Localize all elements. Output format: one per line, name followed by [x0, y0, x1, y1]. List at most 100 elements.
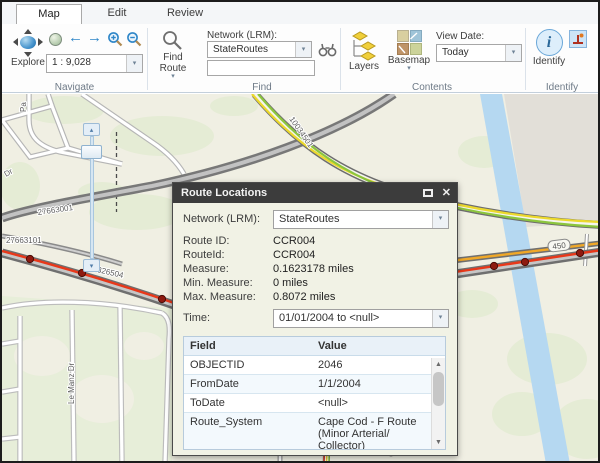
cell-field: ToDate — [190, 397, 225, 409]
cell-value: <null> — [318, 397, 348, 409]
dlg-network-combobox[interactable]: StateRoutes ▾ — [273, 209, 449, 229]
route-shield: 450 — [547, 238, 571, 253]
route-id-row: Route ID: CCR004 — [183, 234, 449, 248]
group-separator — [147, 28, 148, 90]
identify-route-locations-button[interactable] — [569, 30, 587, 48]
cell-value: 1/1/2004 — [318, 378, 361, 390]
max-measure-value: 0.8072 miles — [273, 291, 336, 303]
cell-value: Cape Cod - F Route (Minor Arterial/ Coll… — [318, 416, 417, 450]
map-scale-value: 1 : 9,028 — [52, 57, 91, 68]
explore-icon — [13, 29, 43, 57]
route-search-input[interactable] — [207, 60, 315, 76]
navigate-group-label: Navigate — [54, 82, 95, 93]
scroll-up-button[interactable]: ▲ — [432, 358, 445, 371]
time-dropdown-button[interactable]: ▾ — [432, 309, 448, 327]
chevron-down-icon: ▾ — [511, 49, 516, 56]
tab-map[interactable]: Map — [16, 4, 82, 24]
layers-icon — [351, 31, 377, 61]
network-lrm-dropdown-button[interactable]: ▾ — [295, 42, 311, 57]
map-scale-dropdown-button[interactable]: ▾ — [126, 55, 142, 72]
zoom-out-icon — [127, 32, 142, 47]
globe-icon — [49, 33, 62, 46]
maximize-icon[interactable] — [422, 189, 433, 197]
table-header-row: Field Value — [184, 337, 445, 356]
view-date-label: View Date: — [436, 31, 485, 42]
route-id-value: CCR004 — [273, 235, 316, 247]
previous-extent-button[interactable]: ← — [68, 30, 83, 46]
layers-label: Layers — [348, 61, 379, 72]
scroll-down-button[interactable]: ▼ — [432, 436, 445, 449]
contents-group-label: Contents — [411, 82, 453, 93]
find-button[interactable] — [318, 42, 337, 62]
view-date-combobox[interactable]: Today ▾ — [436, 44, 522, 62]
road-label: 27663101 — [6, 236, 42, 245]
network-lrm-value: StateRoutes — [213, 44, 269, 55]
zoom-out-button[interactable] — [126, 31, 143, 53]
cell-value: 2046 — [318, 359, 343, 371]
tab-review[interactable]: Review — [152, 4, 218, 24]
close-icon[interactable]: ✕ — [442, 187, 451, 199]
street-label: Le Manz Dr — [67, 362, 76, 404]
network-lrm-label: Network (LRM): — [207, 30, 278, 41]
view-date-value: Today — [442, 47, 469, 58]
zoom-in-icon — [108, 32, 123, 47]
routeid-label: RouteId: — [183, 249, 225, 261]
map-scale-combobox[interactable]: 1 : 9,028 ▾ — [46, 54, 143, 73]
slider-zoom-out-button[interactable]: ▾ — [83, 259, 100, 272]
min-measure-row: Min. Measure: 0 miles — [183, 276, 449, 290]
next-extent-button[interactable]: → — [87, 30, 102, 46]
basemap-button[interactable]: Basemap ▾ — [386, 30, 432, 72]
find-route-button[interactable]: Find Route ▾ — [154, 30, 192, 80]
dialog-title-bar[interactable]: Route Locations ✕ — [173, 183, 457, 203]
tab-edit[interactable]: Edit — [84, 4, 150, 24]
table-scrollbar[interactable]: ▲ ▼ — [431, 358, 445, 449]
identify-icon: i — [535, 29, 563, 56]
explore-label: Explore — [11, 57, 45, 68]
table-row[interactable]: Route_System Cape Cod - F Route (Minor A… — [184, 413, 431, 450]
measure-value: 0.1623178 miles — [273, 263, 354, 275]
time-value: 01/01/2004 to <null> — [279, 311, 380, 324]
slider-zoom-in-button[interactable]: ▴ — [83, 123, 100, 136]
application-window: Map Edit Review Explore ← → 1: 9,028 ▾ … — [0, 0, 600, 463]
time-combobox[interactable]: 01/01/2004 to <null> ▾ — [273, 308, 449, 328]
cell-field: FromDate — [190, 378, 239, 390]
triangle-down-icon: ▼ — [435, 439, 442, 446]
identify-label: Identify — [532, 56, 566, 67]
ribbon: Map Edit Review Explore ← → 1: 9,028 ▾ … — [2, 2, 598, 93]
ribbon-tab-row: Map Edit Review — [2, 2, 598, 24]
chevron-down-icon: ▾ — [407, 65, 411, 72]
map-zoom-slider[interactable]: ▴ ▾ — [81, 123, 103, 273]
triangle-down-icon: ▾ — [89, 262, 94, 270]
full-extent-button[interactable] — [49, 33, 62, 46]
min-measure-value: 0 miles — [273, 277, 308, 289]
table-row[interactable]: OBJECTID 2046 — [184, 356, 431, 375]
dlg-network-dropdown-button[interactable]: ▾ — [432, 210, 448, 228]
route-tool-icon — [573, 33, 584, 44]
find-route-label: Find Route — [159, 52, 187, 74]
slider-thumb[interactable] — [81, 145, 102, 159]
group-separator — [340, 28, 341, 90]
dialog-body: Network (LRM): StateRoutes ▾ Route ID: C… — [173, 203, 457, 450]
table-row[interactable]: FromDate 1/1/2004 — [184, 375, 431, 394]
chevron-down-icon: ▾ — [132, 59, 137, 67]
table-row[interactable]: ToDate <null> — [184, 394, 431, 413]
value-column-header[interactable]: Value — [312, 337, 445, 355]
explore-button[interactable]: Explore — [8, 29, 48, 68]
table-rows: OBJECTID 2046 FromDate 1/1/2004 ToDate <… — [184, 356, 431, 450]
dialog-title: Route Locations — [181, 187, 268, 199]
field-column-header[interactable]: Field — [184, 337, 312, 355]
chevron-down-icon: ▾ — [171, 73, 175, 80]
dlg-network-label: Network (LRM): — [183, 213, 261, 225]
zoom-in-button[interactable] — [107, 31, 124, 53]
route-shield-label: 450 — [552, 241, 567, 252]
scrollbar-thumb[interactable] — [433, 372, 444, 406]
binoculars-icon — [318, 43, 337, 57]
layers-button[interactable]: Layers — [346, 30, 382, 72]
measure-label: Measure: — [183, 263, 229, 275]
view-date-dropdown-button[interactable]: ▾ — [505, 45, 521, 61]
routeid-value: CCR004 — [273, 249, 316, 261]
min-measure-label: Min. Measure: — [183, 277, 253, 289]
max-measure-label: Max. Measure: — [183, 291, 256, 303]
identify-button[interactable]: i Identify — [532, 29, 566, 67]
network-lrm-combobox[interactable]: StateRoutes ▾ — [207, 41, 312, 58]
